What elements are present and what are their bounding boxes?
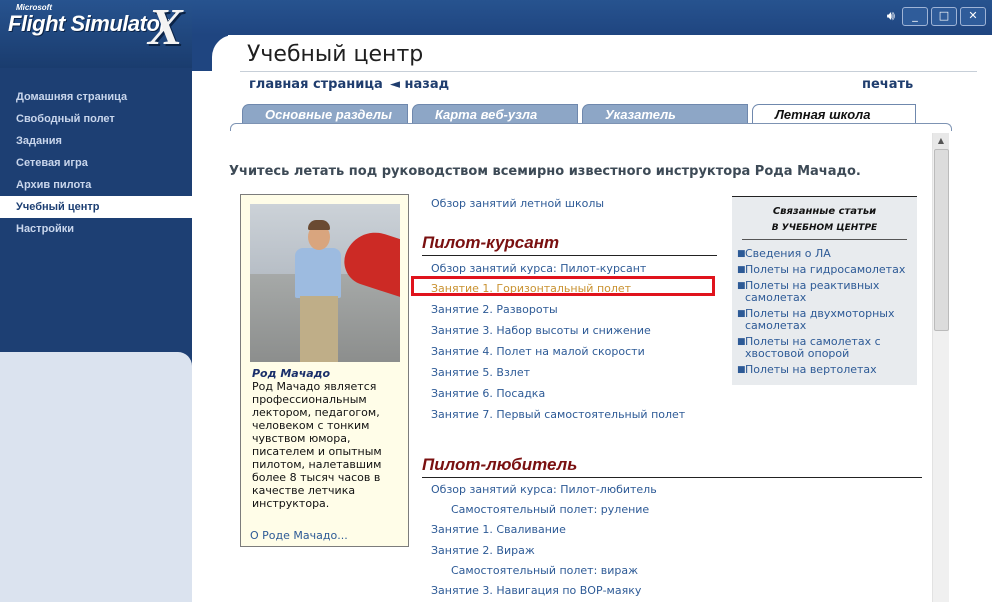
lesson-link[interactable]: Занятие 2. Вираж bbox=[431, 544, 535, 557]
related-item[interactable]: ■ Полеты на самолетах с хвостовой опорой bbox=[737, 336, 915, 360]
related-top-divider bbox=[732, 196, 917, 197]
related-item-label: Полеты на самолетах с хвостовой опорой bbox=[745, 335, 881, 360]
lesson-link[interactable]: Занятие 1. Сваливание bbox=[431, 523, 566, 536]
section-divider bbox=[422, 255, 717, 256]
related-articles-panel: Связанные статьи в учебном центре ■ Сведе… bbox=[732, 196, 917, 385]
lesson-link[interactable]: Занятие 6. Посадка bbox=[431, 387, 545, 400]
close-button[interactable]: ✕ bbox=[960, 7, 986, 26]
related-item[interactable]: ■ Полеты на вертолетах bbox=[737, 364, 915, 376]
sidebar-item-home[interactable]: Домашняя страница bbox=[0, 86, 192, 108]
related-title-line1: Связанные статьи bbox=[772, 206, 877, 217]
header-curve-inner bbox=[212, 35, 252, 75]
sidebar: Microsoft Flight Simulator X Домашняя ст… bbox=[0, 0, 192, 602]
window-controls: 🔊︎ _ □ ✕ bbox=[887, 7, 986, 26]
highlight-box bbox=[411, 276, 715, 296]
tab-flight-school[interactable]: Летная школа bbox=[752, 104, 916, 123]
page-title: Учебный центр bbox=[247, 42, 424, 67]
instructor-more-link[interactable]: О Роде Мачадо... bbox=[250, 529, 348, 542]
related-item-label: Полеты на двухмоторных самолетах bbox=[745, 307, 895, 332]
tab-main-sections[interactable]: Основные разделы bbox=[242, 104, 408, 123]
lesson-link[interactable]: Занятие 7. Первый самостоятельный полет bbox=[431, 408, 685, 421]
bullet-icon: ■ bbox=[737, 265, 746, 275]
related-item[interactable]: ■ Сведения о ЛА bbox=[737, 248, 915, 260]
instructor-bio: Род Мачадо является профессиональным лек… bbox=[252, 380, 382, 510]
maximize-button[interactable]: □ bbox=[931, 7, 957, 26]
app-logo: Microsoft Flight Simulator X bbox=[0, 0, 192, 68]
instructor-photo bbox=[250, 204, 400, 362]
tab-site-map[interactable]: Карта веб-узла bbox=[412, 104, 578, 123]
instructor-profile: Род Мачадо Род Мачадо является профессио… bbox=[240, 194, 409, 547]
sidebar-bottom-panel bbox=[0, 352, 192, 602]
bullet-icon: ■ bbox=[737, 281, 746, 291]
related-list: ■ Сведения о ЛА ■ Полеты на гидросамолетах… bbox=[737, 248, 915, 380]
related-item[interactable]: ■ Полеты на гидросамолетах bbox=[737, 264, 915, 276]
sidebar-nav: Домашняя страница Свободный полет Задани… bbox=[0, 86, 192, 240]
lesson-link[interactable]: Занятие 5. Взлет bbox=[431, 366, 530, 379]
print-link[interactable]: печать bbox=[862, 77, 913, 92]
related-item[interactable]: ■ Полеты на реактивных самолетах bbox=[737, 280, 915, 304]
intro-text: Учитесь летать под руководством всемирно… bbox=[229, 164, 861, 179]
bullet-icon: ■ bbox=[737, 309, 746, 319]
lesson-link[interactable]: Обзор занятий курса: Пилот-курсант bbox=[431, 262, 646, 275]
section-heading-private-pilot: Пилот-любитель bbox=[422, 455, 578, 474]
related-item-label: Полеты на гидросамолетах bbox=[745, 263, 906, 276]
lesson-link[interactable]: Занятие 3. Навигация по ВОР-маяку bbox=[431, 584, 641, 597]
lesson-link[interactable]: Занятие 4. Полет на малой скорости bbox=[431, 345, 645, 358]
sidebar-item-settings[interactable]: Настройки bbox=[0, 218, 192, 240]
lesson-link[interactable]: Занятие 3. Набор высоты и снижение bbox=[431, 324, 651, 337]
vertical-scrollbar[interactable]: ▲ bbox=[932, 133, 949, 602]
scrollbar-thumb[interactable] bbox=[934, 149, 949, 331]
sidebar-item-multiplayer[interactable]: Сетевая игра bbox=[0, 152, 192, 174]
related-divider bbox=[742, 239, 907, 240]
lesson-link[interactable]: Самостоятельный полет: вираж bbox=[451, 564, 638, 577]
sound-icon[interactable]: 🔊︎ bbox=[887, 9, 895, 24]
scroll-up-icon[interactable]: ▲ bbox=[933, 133, 949, 149]
lesson-link[interactable]: Обзор занятий курса: Пилот-любитель bbox=[431, 483, 657, 496]
related-item[interactable]: ■ Полеты на двухмоторных самолетах bbox=[737, 308, 915, 332]
home-link[interactable]: главная страница bbox=[249, 77, 383, 92]
header-band: 🔊︎ _ □ ✕ bbox=[192, 0, 992, 35]
tab-underline bbox=[230, 123, 952, 131]
tab-index[interactable]: Указатель bbox=[582, 104, 748, 123]
related-item-label: Полеты на реактивных самолетах bbox=[745, 279, 880, 304]
sidebar-item-pilot-records[interactable]: Архив пилота bbox=[0, 174, 192, 196]
lesson-link[interactable]: Занятие 2. Развороты bbox=[431, 303, 558, 316]
logo-x-mark: X bbox=[148, 0, 183, 56]
title-divider bbox=[240, 71, 977, 72]
related-title-line2: в учебном центре bbox=[771, 223, 878, 233]
logo-title: Flight Simulator bbox=[8, 11, 168, 36]
back-link[interactable]: ◄ назад bbox=[390, 77, 449, 92]
bullet-icon: ■ bbox=[737, 365, 746, 375]
sidebar-item-free-flight[interactable]: Свободный полет bbox=[0, 108, 192, 130]
minimize-button[interactable]: _ bbox=[902, 7, 928, 26]
bullet-icon: ■ bbox=[737, 337, 746, 347]
related-title: Связанные статьи в учебном центре bbox=[732, 204, 917, 236]
sidebar-item-learning-center[interactable]: Учебный центр bbox=[0, 196, 192, 218]
section-heading-student-pilot: Пилот-курсант bbox=[422, 233, 560, 252]
bullet-icon: ■ bbox=[737, 249, 746, 259]
related-item-label: Полеты на вертолетах bbox=[745, 363, 877, 376]
instructor-name: Род Мачадо bbox=[252, 367, 331, 380]
sidebar-item-missions[interactable]: Задания bbox=[0, 130, 192, 152]
lesson-link[interactable]: Самостоятельный полет: руление bbox=[451, 503, 649, 516]
related-item-label: Сведения о ЛА bbox=[745, 247, 831, 260]
section-divider bbox=[422, 477, 922, 478]
flight-school-overview-link[interactable]: Обзор занятий летной школы bbox=[431, 197, 604, 210]
